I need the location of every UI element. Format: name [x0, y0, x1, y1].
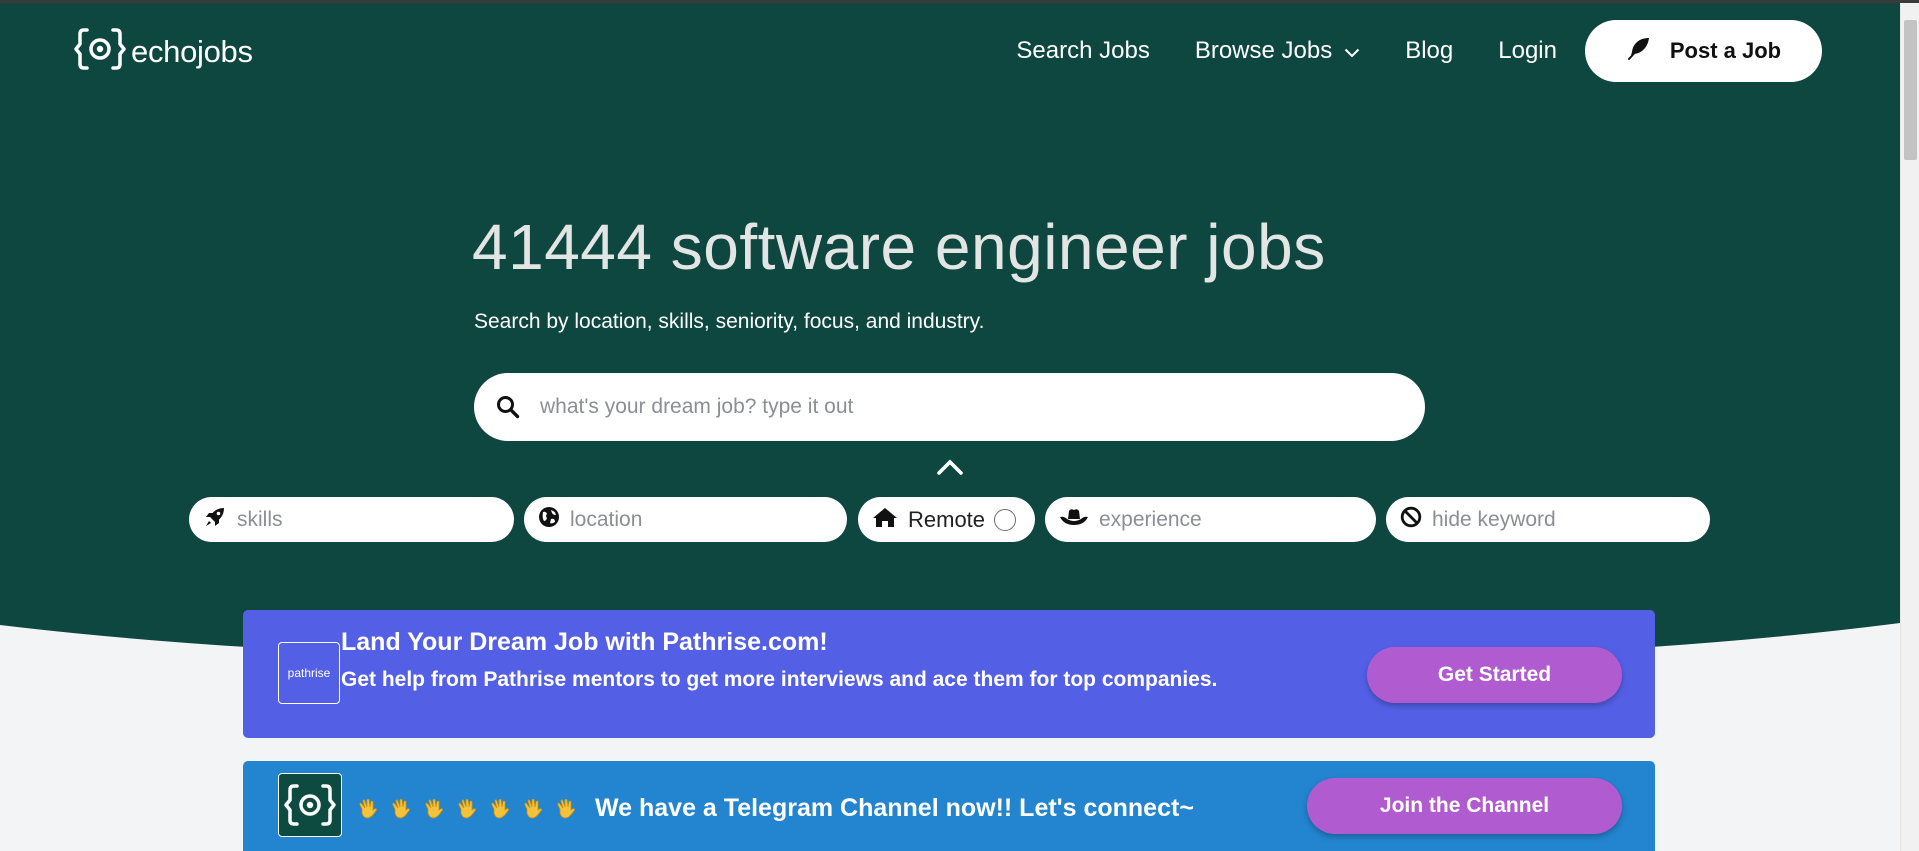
location-filter	[524, 497, 847, 542]
skills-input[interactable]	[237, 507, 500, 532]
waving-hand-icon	[491, 799, 509, 819]
waving-hand-icon	[425, 799, 443, 819]
waving-hands	[356, 794, 587, 823]
feather-icon	[1626, 35, 1652, 67]
search-input[interactable]	[540, 395, 1425, 419]
waving-hand-icon	[392, 799, 410, 819]
nav-browse-jobs-label: Browse Jobs	[1194, 37, 1333, 64]
nav-search-jobs[interactable]: Search Jobs	[1016, 37, 1149, 65]
pathrise-banner: pathrise Land Your Dream Job with Pathri…	[243, 610, 1655, 738]
telegram-message: We have a Telegram Channel now!! Let's c…	[356, 794, 1194, 823]
nav-login-label: Login	[1498, 37, 1557, 64]
hide-keyword-input[interactable]	[1432, 507, 1696, 532]
logo[interactable]: echojobs	[74, 26, 253, 77]
nav-browse-jobs[interactable]: Browse Jobs	[1195, 37, 1360, 65]
experience-input[interactable]	[1099, 507, 1362, 532]
ban-icon	[1400, 506, 1422, 533]
telegram-message-text: We have a Telegram Channel now!! Let's c…	[595, 794, 1194, 822]
get-started-button[interactable]: Get Started	[1367, 647, 1622, 703]
post-job-label: Post a Job	[1669, 38, 1782, 63]
search-icon	[496, 395, 520, 419]
remote-filter[interactable]: Remote	[858, 497, 1035, 542]
nav-search-jobs-label: Search Jobs	[1016, 37, 1150, 64]
remote-label: Remote	[908, 506, 986, 532]
telegram-banner: We have a Telegram Channel now!! Let's c…	[243, 761, 1655, 851]
chevron-up-icon	[936, 459, 964, 480]
house-icon	[872, 506, 898, 533]
skills-filter	[189, 497, 514, 542]
search-bar	[474, 373, 1425, 441]
browser-top-border	[0, 0, 1919, 3]
remote-radio[interactable]	[994, 508, 1017, 531]
pathrise-title: Land Your Dream Job with Pathrise.com!	[341, 628, 828, 656]
echojobs-logo-icon	[278, 773, 342, 837]
collapse-filters-button[interactable]	[936, 458, 964, 481]
waving-hand-icon	[458, 799, 476, 819]
waving-hand-icon	[359, 799, 377, 819]
pathrise-logo: pathrise	[278, 642, 340, 704]
experience-filter	[1045, 497, 1376, 542]
page-subtitle: Search by location, skills, seniority, f…	[474, 310, 985, 333]
nav-blog[interactable]: Blog	[1405, 37, 1453, 65]
page-title: 41444 software engineer jobs	[472, 211, 1326, 283]
scrollbar-thumb[interactable]	[1904, 20, 1917, 160]
nav-blog-label: Blog	[1405, 37, 1454, 64]
cowboy-hat-icon	[1059, 507, 1089, 532]
logo-text: echojobs	[131, 33, 253, 69]
location-input[interactable]	[570, 507, 833, 532]
pathrise-description: Get help from Pathrise mentors to get mo…	[341, 668, 1218, 691]
waving-hand-icon	[557, 799, 575, 819]
hero-background	[0, 0, 1900, 660]
post-job-button[interactable]: Post a Job	[1585, 20, 1822, 82]
main-nav: Search Jobs Browse Jobs Blog Login Post …	[1016, 20, 1822, 82]
globe-icon	[538, 506, 560, 533]
rocket-icon	[203, 505, 227, 534]
waving-hand-icon	[524, 799, 542, 819]
join-channel-button[interactable]: Join the Channel	[1307, 778, 1622, 834]
nav-login[interactable]: Login	[1498, 37, 1557, 65]
chevron-down-icon	[1344, 37, 1360, 65]
echojobs-logo-icon	[74, 26, 126, 77]
hide-keyword-filter	[1386, 497, 1710, 542]
page-scrollbar[interactable]	[1900, 0, 1919, 851]
